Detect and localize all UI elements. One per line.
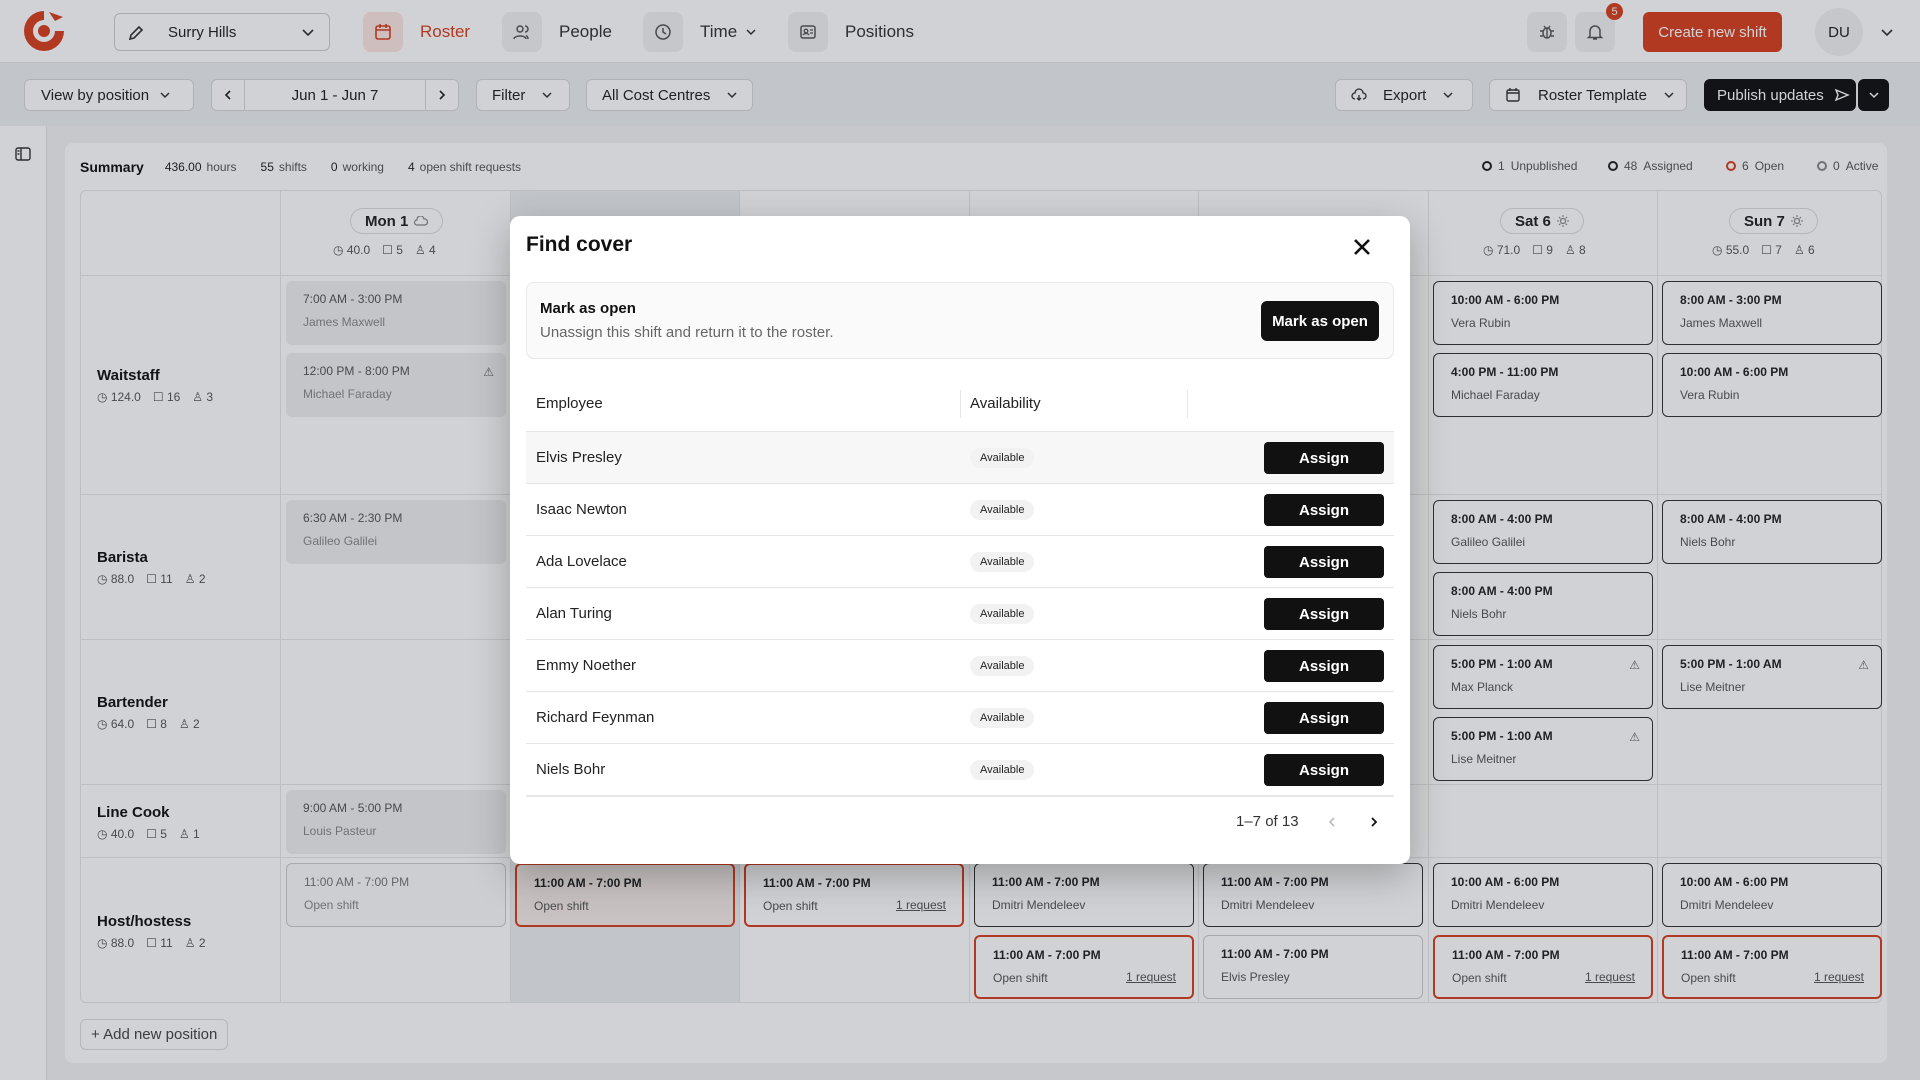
column-divider	[960, 390, 961, 418]
assign-button[interactable]: Assign	[1264, 598, 1384, 630]
assign-button[interactable]: Assign	[1264, 494, 1384, 526]
employee-name: Ada Lovelace	[536, 553, 627, 570]
assign-button[interactable]: Assign	[1264, 650, 1384, 682]
assign-button[interactable]: Assign	[1264, 754, 1384, 786]
table-row[interactable]: Niels Bohr Available Assign	[526, 744, 1394, 796]
assign-button[interactable]: Assign	[1264, 442, 1384, 474]
availability-badge: Available	[970, 448, 1035, 468]
table-row[interactable]: Isaac Newton Available Assign	[526, 484, 1394, 536]
close-icon	[1354, 239, 1370, 255]
availability-badge: Available	[970, 500, 1035, 520]
close-button[interactable]	[1347, 232, 1377, 262]
table-row[interactable]: Emmy Noether Available Assign	[526, 640, 1394, 692]
table-row[interactable]: Richard Feynman Available Assign	[526, 692, 1394, 744]
pagination-divider	[526, 796, 1394, 797]
column-employee[interactable]: Employee	[536, 395, 603, 412]
chevron-right-icon	[1371, 817, 1378, 827]
mark-as-open-button[interactable]: Mark as open	[1261, 301, 1379, 341]
next-page-button[interactable]	[1364, 812, 1384, 832]
availability-badge: Available	[970, 708, 1035, 728]
availability-badge: Available	[970, 552, 1035, 572]
mark-open-description: Unassign this shift and return it to the…	[540, 324, 834, 341]
availability-badge: Available	[970, 760, 1035, 780]
previous-page-button[interactable]	[1322, 812, 1342, 832]
employee-name: Elvis Presley	[536, 449, 622, 466]
mark-open-title: Mark as open	[540, 300, 636, 317]
assign-button[interactable]: Assign	[1264, 702, 1384, 734]
employee-name: Richard Feynman	[536, 709, 655, 726]
table-row[interactable]: Ada Lovelace Available Assign	[526, 536, 1394, 588]
table-row[interactable]: Alan Turing Available Assign	[526, 588, 1394, 640]
employee-name: Alan Turing	[536, 605, 612, 622]
find-cover-dialog: Find cover Mark as open Unassign this sh…	[510, 216, 1410, 864]
employee-name: Isaac Newton	[536, 501, 627, 518]
column-availability[interactable]: Availability	[970, 395, 1041, 412]
dialog-title: Find cover	[526, 233, 633, 256]
employee-list: Elvis Presley Available Assign Isaac Newto…	[526, 432, 1394, 796]
mark-as-open-section: Mark as open Unassign this shift and ret…	[526, 282, 1394, 359]
pagination-label: 1–7 of 13	[1236, 813, 1299, 830]
assign-button[interactable]: Assign	[1264, 546, 1384, 578]
employee-name: Emmy Noether	[536, 657, 637, 674]
chevron-left-icon	[1328, 817, 1335, 827]
column-divider	[1187, 390, 1188, 418]
table-row[interactable]: Elvis Presley Available Assign	[526, 432, 1394, 484]
employee-table-header: Employee Availability	[526, 376, 1394, 432]
availability-badge: Available	[970, 656, 1035, 676]
availability-badge: Available	[970, 604, 1035, 624]
employee-name: Niels Bohr	[536, 761, 606, 778]
